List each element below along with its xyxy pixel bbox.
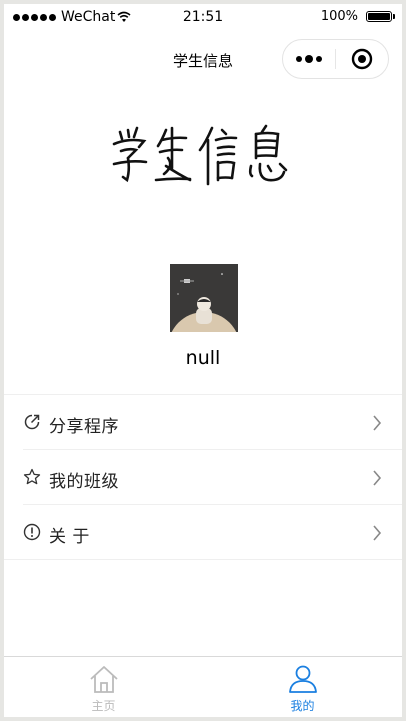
avatar-image <box>170 264 238 332</box>
tab-home[interactable]: 主页 <box>4 657 203 717</box>
miniprogram-capsule <box>282 39 389 79</box>
close-miniprogram-button[interactable] <box>336 40 388 78</box>
battery-percent: 100% <box>320 9 358 24</box>
info-icon <box>23 523 41 541</box>
user-icon <box>288 665 317 693</box>
menu-item-share[interactable]: 分享程序 <box>4 395 402 450</box>
menu-list: 分享程序 我的班级 关 于 <box>4 394 402 560</box>
share-icon <box>24 414 40 430</box>
status-right: 100% <box>320 9 395 24</box>
calligraphy-title-image <box>112 124 288 186</box>
battery-icon <box>366 11 395 22</box>
tab-mine[interactable]: 我的 <box>203 657 402 717</box>
nav-bar: 学生信息 <box>4 32 402 88</box>
user-name: null <box>185 347 221 369</box>
target-icon <box>351 48 373 70</box>
status-bar: WeChat 21:51 100% <box>4 4 402 32</box>
calligraphy-heading <box>4 122 402 202</box>
avatar <box>170 264 238 332</box>
tab-label: 主页 <box>91 699 116 713</box>
home-icon <box>89 666 118 693</box>
more-dots-icon <box>296 55 322 63</box>
chevron-right-icon <box>373 525 382 541</box>
menu-item-my-class[interactable]: 我的班级 <box>4 450 402 505</box>
menu-item-label: 我的班级 <box>49 472 119 492</box>
more-button[interactable] <box>283 40 335 78</box>
app-screen: WeChat 21:51 100% 学生信息 null 分享程序 我的班级 关 … <box>4 4 402 717</box>
chevron-right-icon <box>373 415 382 431</box>
menu-divider <box>4 559 402 560</box>
menu-item-label: 分享程序 <box>49 417 119 437</box>
menu-item-about[interactable]: 关 于 <box>4 505 402 560</box>
tab-label: 我的 <box>290 699 315 713</box>
tab-bar: 主页 我的 <box>4 656 402 717</box>
phone-frame: WeChat 21:51 100% 学生信息 null 分享程序 我的班级 关 … <box>0 0 406 721</box>
star-icon <box>23 468 41 485</box>
chevron-right-icon <box>373 470 382 486</box>
menu-item-label: 关 于 <box>49 527 90 547</box>
